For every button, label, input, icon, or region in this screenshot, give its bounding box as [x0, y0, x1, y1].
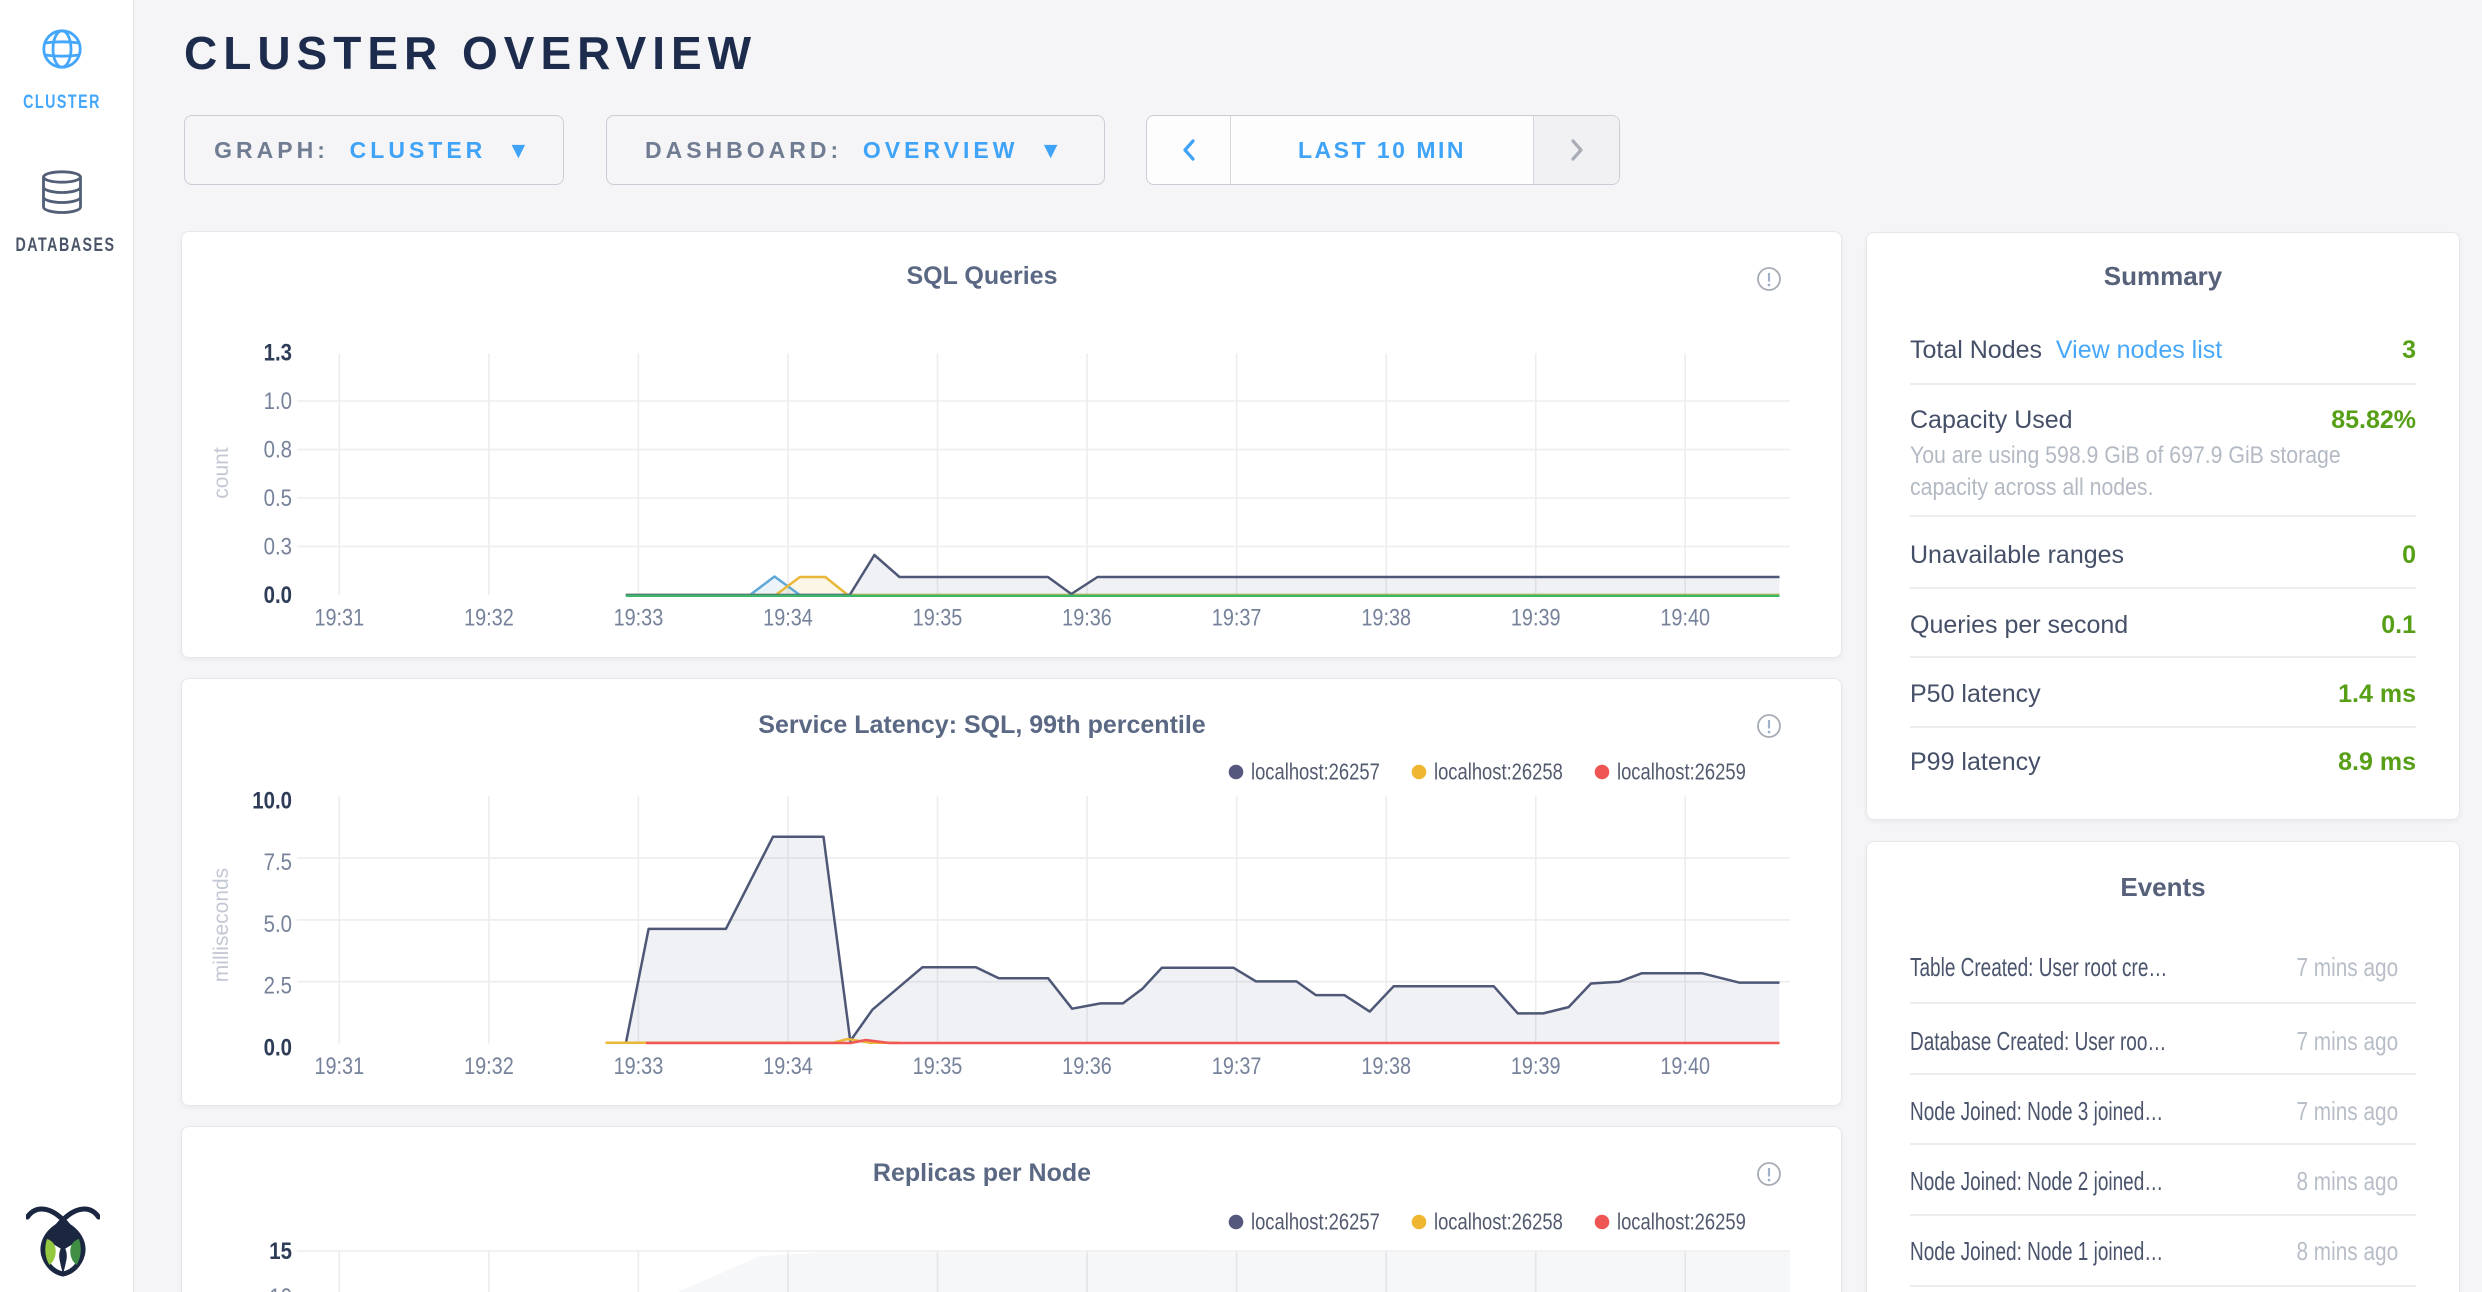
- svg-text:19:39: 19:39: [1511, 1052, 1561, 1079]
- svg-text:localhost:26258: localhost:26258: [1434, 760, 1563, 785]
- svg-text:19:31: 19:31: [314, 604, 364, 631]
- svg-text:19:37: 19:37: [1212, 604, 1262, 631]
- svg-text:Replicas per Node: Replicas per Node: [873, 1159, 1091, 1187]
- svg-text:2.5: 2.5: [264, 972, 292, 999]
- svg-text:0.5: 0.5: [264, 484, 292, 511]
- svg-text:19:39: 19:39: [1511, 604, 1561, 631]
- svg-text:SQL Queries: SQL Queries: [907, 262, 1058, 290]
- svg-text:milliseconds: milliseconds: [210, 868, 233, 982]
- svg-text:7.5: 7.5: [264, 849, 292, 876]
- svg-text:19:34: 19:34: [763, 1052, 813, 1079]
- svg-text:Service Latency: SQL, 99th per: Service Latency: SQL, 99th percentile: [758, 711, 1205, 739]
- svg-text:localhost:26259: localhost:26259: [1617, 1210, 1746, 1235]
- svg-text:localhost:26259: localhost:26259: [1617, 760, 1746, 785]
- svg-text:19:38: 19:38: [1361, 604, 1411, 631]
- svg-text:1.3: 1.3: [264, 339, 292, 366]
- svg-text:10: 10: [269, 1283, 292, 1292]
- svg-text:5.0: 5.0: [264, 910, 292, 937]
- svg-text:19:37: 19:37: [1212, 1052, 1262, 1079]
- svg-text:0.8: 0.8: [264, 436, 292, 463]
- svg-text:19:31: 19:31: [314, 1052, 364, 1079]
- svg-text:19:33: 19:33: [614, 1052, 664, 1079]
- svg-text:1.0: 1.0: [264, 387, 292, 414]
- svg-text:0.3: 0.3: [264, 533, 292, 560]
- svg-text:19:40: 19:40: [1660, 1052, 1710, 1079]
- svg-text:localhost:26257: localhost:26257: [1251, 760, 1380, 785]
- svg-text:19:40: 19:40: [1660, 604, 1710, 631]
- svg-text:count: count: [210, 447, 233, 499]
- svg-text:0.0: 0.0: [264, 1034, 292, 1061]
- svg-text:19:36: 19:36: [1062, 1052, 1112, 1079]
- svg-text:0.0: 0.0: [264, 581, 292, 608]
- svg-text:19:34: 19:34: [763, 604, 813, 631]
- svg-text:localhost:26258: localhost:26258: [1434, 1210, 1563, 1235]
- svg-text:19:32: 19:32: [464, 1052, 514, 1079]
- svg-text:19:32: 19:32: [464, 604, 514, 631]
- svg-text:19:35: 19:35: [913, 1052, 963, 1079]
- svg-text:19:33: 19:33: [614, 604, 664, 631]
- svg-text:15: 15: [269, 1237, 292, 1264]
- svg-text:19:36: 19:36: [1062, 604, 1112, 631]
- svg-text:10.0: 10.0: [252, 787, 292, 814]
- svg-text:localhost:26257: localhost:26257: [1251, 1210, 1380, 1235]
- svg-text:19:35: 19:35: [913, 604, 963, 631]
- svg-text:19:38: 19:38: [1361, 1052, 1411, 1079]
